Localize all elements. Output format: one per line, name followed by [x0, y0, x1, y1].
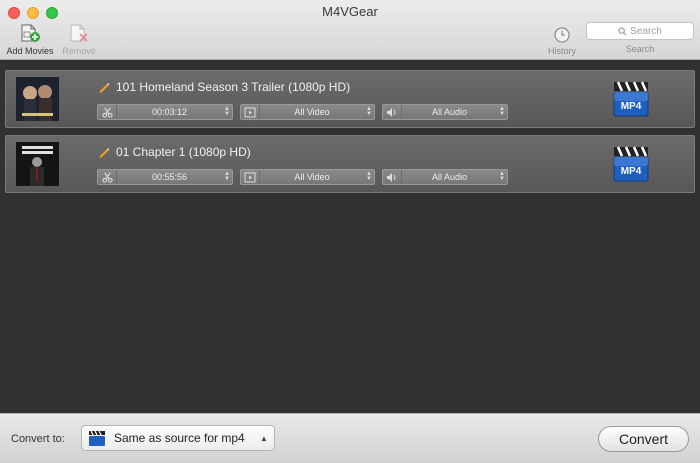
- select-arrows-icon: ▲ ▼: [499, 171, 505, 182]
- window-title: M4VGear: [322, 4, 378, 19]
- video-track-icon: [241, 170, 260, 184]
- remove-button[interactable]: Remove: [56, 20, 102, 56]
- search-placeholder: Search: [630, 25, 662, 37]
- movie-thumbnail: [16, 142, 59, 186]
- video-track-value: All Video: [294, 172, 330, 182]
- history-button[interactable]: History: [542, 20, 582, 56]
- speaker-icon: [383, 105, 402, 119]
- select-arrows-icon: ▲ ▼: [366, 171, 372, 182]
- convert-button[interactable]: Convert: [598, 426, 689, 452]
- search-input[interactable]: Search: [586, 22, 694, 40]
- convert-to-label: Convert to:: [11, 433, 65, 445]
- movie-list: 101 Homeland Season 3 Trailer (1080p HD)…: [0, 60, 700, 413]
- select-arrows-icon: ▲ ▼: [499, 106, 505, 117]
- edit-pencil-icon[interactable]: [98, 146, 110, 158]
- add-movies-label: Add Movies: [6, 46, 54, 56]
- audio-track-select[interactable]: All Audio ▲ ▼: [382, 169, 508, 185]
- speaker-icon: [383, 170, 402, 184]
- add-movies-button[interactable]: Add Movies: [4, 20, 56, 56]
- movie-row[interactable]: 01 Chapter 1 (1080p HD) 00:55:56 ▲ ▼ All …: [5, 135, 695, 193]
- mp4-format-icon[interactable]: MP4: [612, 141, 650, 189]
- audio-track-value: All Audio: [431, 107, 468, 117]
- dropdown-arrow-icon: ▲: [260, 433, 268, 443]
- search-caption: Search: [625, 44, 655, 54]
- trim-duration-control[interactable]: 00:03:12 ▲ ▼: [97, 104, 233, 120]
- movie-title: 101 Homeland Season 3 Trailer (1080p HD): [116, 80, 351, 94]
- format-badge-text: MP4: [621, 101, 642, 112]
- select-arrows-icon: ▲ ▼: [366, 106, 372, 117]
- audio-track-value: All Audio: [431, 172, 468, 182]
- output-format-value: Same as source for mp4: [114, 431, 245, 445]
- video-track-select[interactable]: All Video ▲ ▼: [240, 169, 375, 185]
- video-track-value: All Video: [294, 107, 330, 117]
- search-icon: [618, 26, 627, 35]
- output-format-select[interactable]: Same as source for mp4 ▲: [81, 425, 275, 451]
- toolbar: M4VGear Add Movies Remove History Search…: [0, 0, 700, 60]
- duration-value: 00:55:56: [151, 172, 188, 182]
- stepper-arrows-icon: ▲ ▼: [224, 171, 230, 182]
- video-track-select[interactable]: All Video ▲ ▼: [240, 104, 375, 120]
- trim-duration-control[interactable]: 00:55:56 ▲ ▼: [97, 169, 233, 185]
- history-label: History: [547, 46, 576, 56]
- stepper-arrows-icon: ▲ ▼: [224, 106, 230, 117]
- audio-track-select[interactable]: All Audio ▲ ▼: [382, 104, 508, 120]
- edit-pencil-icon[interactable]: [98, 81, 110, 93]
- search-group: Search Search: [586, 22, 694, 54]
- remove-movie-icon: [70, 24, 88, 42]
- add-movie-icon: [21, 24, 40, 42]
- clock-icon: [554, 27, 570, 43]
- scissors-icon: [98, 170, 117, 184]
- bottom-bar: Convert to: Same as source for mp4 ▲ Con…: [0, 413, 700, 463]
- movie-title: 01 Chapter 1 (1080p HD): [116, 145, 251, 159]
- scissors-icon: [98, 105, 117, 119]
- movie-row[interactable]: 101 Homeland Season 3 Trailer (1080p HD)…: [5, 70, 695, 128]
- movie-thumbnail: [16, 77, 59, 121]
- video-track-icon: [241, 105, 260, 119]
- remove-label: Remove: [62, 46, 96, 56]
- mp4-format-icon: [89, 430, 105, 446]
- mp4-format-icon[interactable]: MP4: [612, 76, 650, 124]
- format-badge-text: MP4: [621, 166, 642, 177]
- duration-value: 00:03:12: [151, 107, 188, 117]
